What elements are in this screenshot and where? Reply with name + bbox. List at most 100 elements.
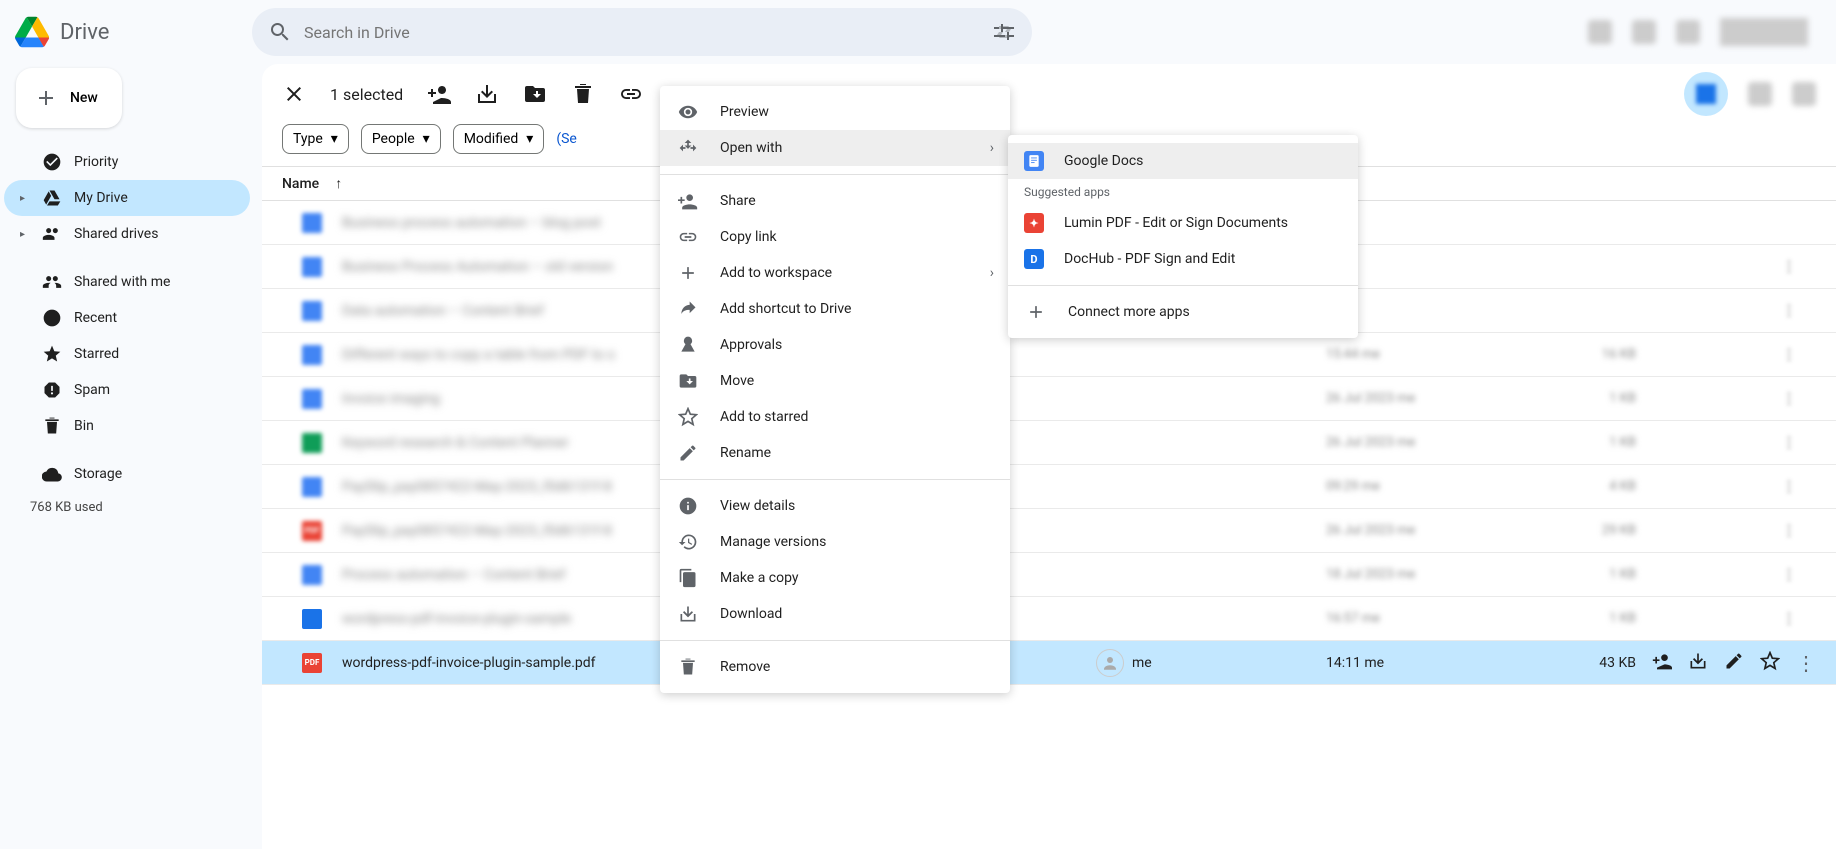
close-icon[interactable] (282, 82, 306, 106)
nav-shared-with-me[interactable]: Shared with me (4, 264, 250, 300)
menu-view-details[interactable]: View details (660, 488, 1010, 524)
chevron-right-icon: › (990, 140, 994, 156)
pdf-icon: PDF (302, 653, 322, 673)
modified-cell: 18 Jul 2023 me (1326, 567, 1546, 582)
menu-make-copy[interactable]: Make a copy (660, 560, 1010, 596)
more-icon[interactable]: ⋮ (1774, 391, 1804, 407)
search-options-icon[interactable] (992, 20, 1016, 44)
rename-icon[interactable] (1724, 651, 1744, 675)
more-icon[interactable]: ⋮ (1774, 611, 1804, 627)
expand-icon[interactable]: ▸ (20, 193, 30, 204)
table-row[interactable]: ⋮Process automation – Content Brief18 Ju… (262, 553, 1836, 597)
nav-starred[interactable]: Starred (4, 336, 250, 372)
menu-preview[interactable]: Preview (660, 94, 1010, 130)
nav-priority[interactable]: Priority (4, 144, 250, 180)
expand-icon[interactable]: ▸ (20, 229, 30, 240)
menu-download[interactable]: Download (660, 596, 1010, 632)
menu-add-shortcut[interactable]: Add shortcut to Drive (660, 291, 1010, 327)
submenu-google-docs[interactable]: Google Docs (1008, 143, 1358, 179)
more-icon[interactable]: ⋮ (1774, 435, 1804, 451)
nav-recent[interactable]: Recent (4, 300, 250, 336)
move-icon[interactable] (523, 82, 547, 106)
avatar-icon (1096, 649, 1124, 677)
table-row[interactable]: ⋮Keyword research & Content Planner26 Ju… (262, 421, 1836, 465)
people-chip[interactable]: People▾ (361, 124, 441, 154)
modified-chip[interactable]: Modified▾ (453, 124, 545, 154)
nav-bin[interactable]: Bin (4, 408, 250, 444)
search-bar[interactable] (252, 8, 1032, 56)
menu-move[interactable]: Move (660, 363, 1010, 399)
submenu-dochub[interactable]: DDocHub - PDF Sign and Edit (1008, 241, 1358, 277)
search-input[interactable] (304, 23, 980, 42)
submenu-connect[interactable]: Connect more apps (1008, 294, 1358, 330)
trash-icon (42, 416, 62, 436)
menu-divider (660, 479, 1010, 480)
menu-copy-link[interactable]: Copy link (660, 219, 1010, 255)
table-row[interactable]: ⋮Invoice imaging26 Jul 2023 me1 KB (262, 377, 1836, 421)
table-row-selected[interactable]: PDF wordpress-pdf-invoice-plugin-sample.… (262, 641, 1836, 685)
type-chip[interactable]: Type▾ (282, 124, 349, 154)
view-toggle-icon[interactable] (1748, 82, 1772, 106)
nav-shared-drives[interactable]: ▸Shared drives (4, 216, 250, 252)
modified-cell: 16:57 me (1326, 611, 1546, 626)
star-icon (42, 344, 62, 364)
table-row[interactable]: ⋮PaySlip_pay0857422-May-2023_f0d6131f-80… (262, 465, 1836, 509)
trash-icon[interactable] (571, 82, 595, 106)
doc-icon (302, 389, 322, 409)
menu-remove[interactable]: Remove (660, 649, 1010, 685)
search-link[interactable]: (Se (556, 131, 577, 147)
header-icon-1[interactable] (1588, 20, 1612, 44)
sidebar: New Priority ▸My Drive ▸Shared drives Sh… (0, 64, 258, 849)
menu-label: Approvals (720, 337, 782, 353)
doc-icon (302, 213, 322, 233)
header-icon-2[interactable] (1632, 20, 1656, 44)
nav-my-drive[interactable]: ▸My Drive (4, 180, 250, 216)
menu-add-workspace[interactable]: Add to workspace› (660, 255, 1010, 291)
menu-add-starred[interactable]: Add to starred (660, 399, 1010, 435)
approval-icon (676, 333, 700, 357)
new-button[interactable]: New (16, 68, 122, 128)
table-row[interactable]: ⋮wordpress-pdf-invoice-plugin-sample16:5… (262, 597, 1836, 641)
col-name[interactable]: Name (282, 176, 319, 192)
chip-label: Modified (464, 131, 519, 147)
more-icon[interactable]: ⋮ (1774, 347, 1804, 363)
share-icon[interactable] (427, 82, 451, 106)
modified-cell: 26 Jul 2023 me (1326, 523, 1546, 538)
table-row[interactable]: ⋮Different ways to copy a table from PDF… (262, 333, 1836, 377)
eye-icon (676, 100, 700, 124)
download-icon[interactable] (1688, 651, 1708, 675)
menu-label: Add shortcut to Drive (720, 301, 851, 317)
menu-manage-versions[interactable]: Manage versions (660, 524, 1010, 560)
table-row[interactable]: ⋮PDFPaySlip_pay0857422-May-2023_f0d6131f… (262, 509, 1836, 553)
link-icon[interactable] (619, 82, 643, 106)
submenu-lumin[interactable]: ✦Lumin PDF - Edit or Sign Documents (1008, 205, 1358, 241)
filter-toggle[interactable] (1684, 72, 1728, 116)
more-icon[interactable]: ⋮ (1774, 567, 1804, 583)
share-icon[interactable] (1652, 651, 1672, 675)
sort-arrow-icon[interactable]: ↑ (335, 175, 342, 192)
new-button-label: New (70, 90, 98, 106)
menu-label: Share (720, 193, 756, 209)
menu-label: Make a copy (720, 570, 799, 586)
menu-rename[interactable]: Rename (660, 435, 1010, 471)
menu-divider (660, 640, 1010, 641)
header-icon-3[interactable] (1676, 20, 1700, 44)
logo-area[interactable]: Drive (12, 12, 252, 52)
rename-icon (676, 441, 700, 465)
more-icon[interactable]: ⋮ (1796, 651, 1816, 675)
info-panel-icon[interactable] (1792, 82, 1816, 106)
menu-approvals[interactable]: Approvals (660, 327, 1010, 363)
menu-share[interactable]: Share (660, 183, 1010, 219)
size-cell: 16 KB (1546, 347, 1636, 362)
move-icon (676, 369, 700, 393)
search-icon[interactable] (268, 20, 292, 44)
menu-open-with[interactable]: Open with› (660, 130, 1010, 166)
nav-spam[interactable]: Spam (4, 372, 250, 408)
nav-label: Priority (74, 154, 118, 170)
more-icon[interactable]: ⋮ (1774, 479, 1804, 495)
pdf-icon: PDF (302, 521, 322, 541)
star-icon[interactable] (1760, 651, 1780, 675)
download-icon[interactable] (475, 82, 499, 106)
nav-storage[interactable]: Storage (4, 456, 250, 492)
more-icon[interactable]: ⋮ (1774, 523, 1804, 539)
